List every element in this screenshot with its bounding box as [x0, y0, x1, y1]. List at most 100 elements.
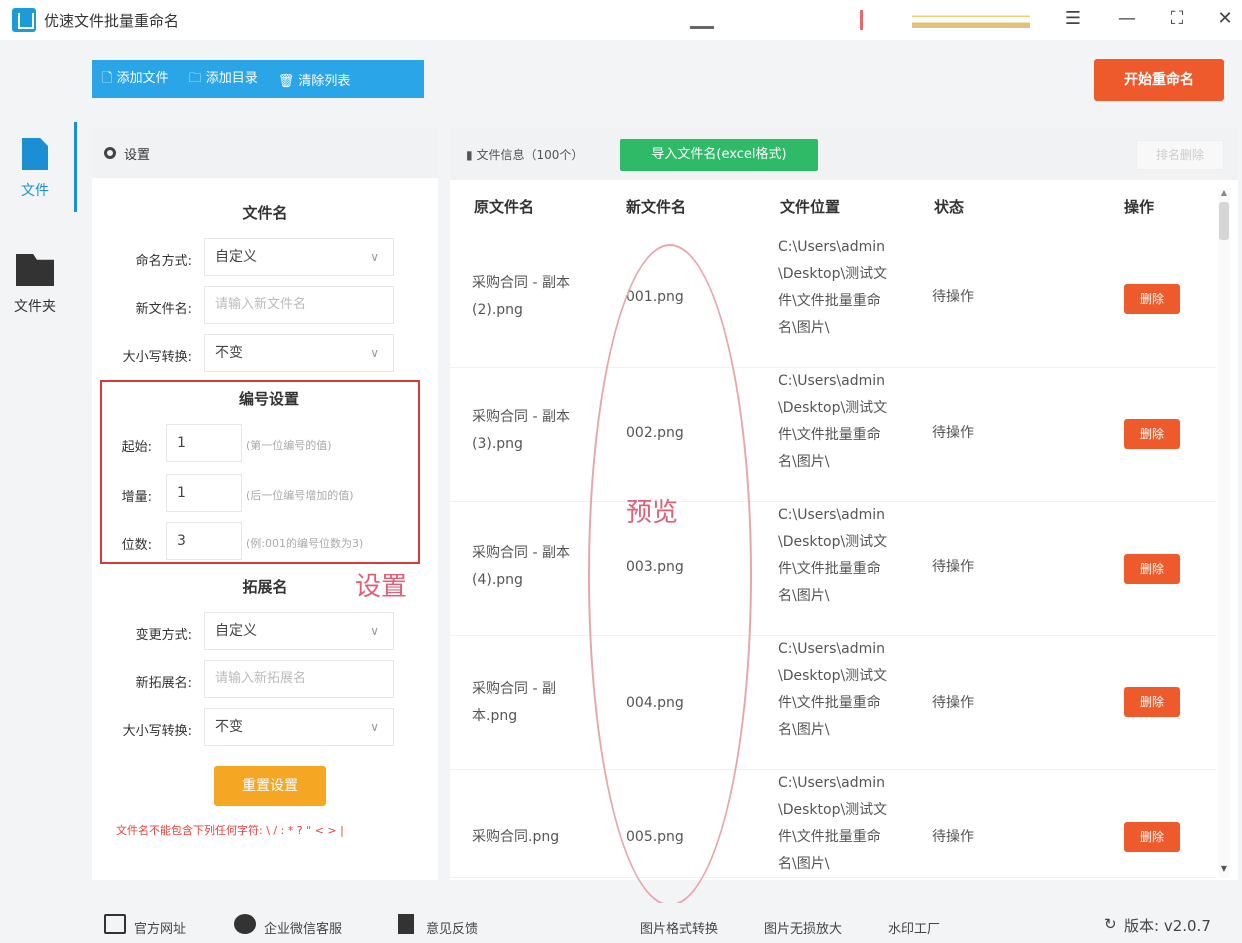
- scrollbar-thumb[interactable]: [1219, 202, 1229, 240]
- table-row[interactable]: 采购合同 - 副本 (2).png 001.png C:\Users\admin…: [450, 234, 1216, 368]
- file-location: C:\Users\admin\Desktop\测试文件\文件批量重命名\图片\: [778, 239, 888, 336]
- naming-mode-value: 自定义: [215, 249, 257, 265]
- footer: [0, 903, 1242, 943]
- column-header-new: 新文件名: [626, 198, 687, 216]
- ext-mode-label: 变更方式:: [135, 628, 192, 643]
- add-file-button[interactable]: 🗋 添加文件: [102, 67, 169, 91]
- app-logo-icon: [12, 8, 36, 32]
- delete-row-button[interactable]: 删除: [1124, 284, 1180, 314]
- start-hint: (第一位编号的值): [246, 439, 332, 452]
- case-convert-select[interactable]: 不变 ∨: [204, 334, 394, 372]
- sidebar-item-label: 文件夹: [14, 299, 56, 315]
- status-text: 待操作: [932, 829, 974, 845]
- table-row[interactable]: 采购合同.png 005.png C:\Users\admin\Desktop\…: [450, 770, 1216, 878]
- sidebar-active-indicator: [74, 122, 77, 212]
- feedback-icon: [398, 914, 414, 934]
- filename-section-title: 文件名: [242, 204, 288, 222]
- step-number-input[interactable]: 1: [166, 474, 242, 512]
- status-text: 待操作: [932, 425, 974, 441]
- ext-case-select[interactable]: 不变 ∨: [204, 708, 394, 746]
- scroll-down-icon[interactable]: ▼: [1218, 864, 1230, 873]
- settings-title: 设置: [124, 147, 151, 163]
- file-location: C:\Users\admin\Desktop\测试文件\文件批量重命名\图片\: [778, 775, 888, 872]
- file-toolbar: 🗋 添加文件 🗀 添加目录 🗑 清除列表: [92, 60, 424, 98]
- chevron-down-icon: ∨: [370, 624, 379, 638]
- sidebar-item-label: 文件: [21, 183, 49, 199]
- menu-icon[interactable]: ☰: [1056, 4, 1090, 34]
- blurred-region: [690, 26, 714, 29]
- scroll-up-icon[interactable]: ▲: [1218, 188, 1230, 197]
- file-icon: [22, 138, 48, 170]
- file-location: C:\Users\admin\Desktop\测试文件\文件批量重命名\图片\: [778, 641, 888, 738]
- digits-hint: (例:001的编号位数为3): [246, 537, 364, 550]
- original-filename: 采购合同 - 副本 (3).png: [472, 409, 570, 452]
- column-header-location: 文件位置: [780, 198, 841, 216]
- minimize-icon[interactable]: —: [1110, 4, 1144, 34]
- wechat-service-link[interactable]: 企业微信客服: [264, 918, 342, 937]
- column-header-action: 操作: [1124, 198, 1155, 216]
- column-header-original: 原文件名: [474, 198, 535, 216]
- original-filename: 采购合同 - 副本 (4).png: [472, 545, 570, 588]
- new-ext-input[interactable]: 请输入新拓展名: [204, 660, 394, 698]
- step-hint: (后一位编号增加的值): [246, 489, 354, 502]
- delete-row-button[interactable]: 删除: [1124, 419, 1180, 449]
- reset-settings-button[interactable]: 重置设置: [214, 766, 326, 806]
- file-location: C:\Users\admin\Desktop\测试文件\文件批量重命名\图片\: [778, 507, 888, 604]
- settings-header: 设置: [92, 128, 438, 178]
- ext-case-label: 大小写转换:: [122, 724, 192, 739]
- preview-highlight-ellipse: [588, 244, 752, 906]
- file-info-label: ▮ 文件信息（100个）: [466, 146, 583, 163]
- chevron-down-icon: ∨: [370, 720, 379, 734]
- feedback-link[interactable]: 意见反馈: [426, 918, 478, 937]
- sidebar-item-folder[interactable]: 文件夹: [0, 254, 70, 316]
- table-row[interactable]: 采购合同 - 副本 (4).png 003.png C:\Users\admin…: [450, 502, 1216, 636]
- ext-case-value: 不变: [215, 719, 243, 735]
- sidebar: 文件 文件夹: [0, 40, 80, 903]
- chevron-down-icon: ∨: [370, 346, 379, 360]
- website-icon: [104, 914, 126, 934]
- case-convert-value: 不变: [215, 345, 243, 361]
- digits-input[interactable]: 3: [166, 522, 242, 560]
- official-website-link[interactable]: 官方网址: [134, 918, 186, 937]
- delete-row-button[interactable]: 删除: [1124, 687, 1180, 717]
- ext-mode-value: 自定义: [215, 623, 257, 639]
- clear-list-button[interactable]: 🗑 清除列表: [278, 70, 351, 89]
- file-count-text: 文件信息（100个）: [476, 148, 584, 162]
- status-text: 待操作: [932, 559, 974, 575]
- original-filename: 采购合同 - 副本 (2).png: [472, 275, 570, 318]
- status-text: 待操作: [932, 695, 974, 711]
- import-excel-button[interactable]: 导入文件名(excel格式): [620, 139, 818, 171]
- watermark-factory-link[interactable]: 水印工厂: [888, 918, 940, 937]
- document-icon: ▮: [466, 148, 473, 162]
- image-enlarge-link[interactable]: 图片无损放大: [764, 918, 842, 937]
- gear-icon: [104, 147, 116, 159]
- case-convert-label: 大小写转换:: [122, 350, 192, 365]
- naming-mode-select[interactable]: 自定义 ∨: [204, 238, 394, 276]
- refresh-icon[interactable]: ↻: [1104, 915, 1117, 933]
- step-label: 增量:: [121, 490, 152, 505]
- delete-row-button[interactable]: 删除: [1124, 822, 1180, 852]
- new-name-label: 新文件名:: [135, 302, 192, 317]
- maximize-icon[interactable]: ⛶: [1160, 4, 1194, 34]
- delete-row-button[interactable]: 删除: [1124, 554, 1180, 584]
- table-row[interactable]: 采购合同 - 副本 (3).png 002.png C:\Users\admin…: [450, 368, 1216, 502]
- add-directory-button[interactable]: 🗀 添加目录: [189, 67, 258, 91]
- close-icon[interactable]: ✕: [1208, 4, 1242, 34]
- sidebar-item-file[interactable]: 文件: [0, 138, 70, 200]
- ext-mode-select[interactable]: 自定义 ∨: [204, 612, 394, 650]
- image-format-convert-link[interactable]: 图片格式转换: [640, 918, 718, 937]
- new-name-input[interactable]: 请输入新文件名: [204, 286, 394, 324]
- invalid-chars-warning: 文件名不能包含下列任何字符: \ / : * ? " < > |: [116, 824, 344, 837]
- start-number-input[interactable]: 1: [166, 424, 242, 462]
- sort-delete-button[interactable]: 排名删除: [1136, 140, 1224, 170]
- column-header-status: 状态: [934, 198, 965, 216]
- preview-annotation: 预览: [626, 498, 679, 528]
- folder-icon: [16, 254, 54, 286]
- scrollbar-track[interactable]: [1218, 188, 1230, 878]
- blurred-region: [860, 10, 874, 30]
- original-filename: 采购合同 - 副本.png: [472, 681, 556, 724]
- start-rename-button[interactable]: 开始重命名: [1094, 59, 1224, 101]
- title-bar: 优速文件批量重命名 ☰ — ⛶ ✕: [0, 0, 1242, 40]
- table-row[interactable]: 采购合同 - 副本.png 004.png C:\Users\admin\Des…: [450, 636, 1216, 770]
- chevron-down-icon: ∨: [370, 250, 379, 264]
